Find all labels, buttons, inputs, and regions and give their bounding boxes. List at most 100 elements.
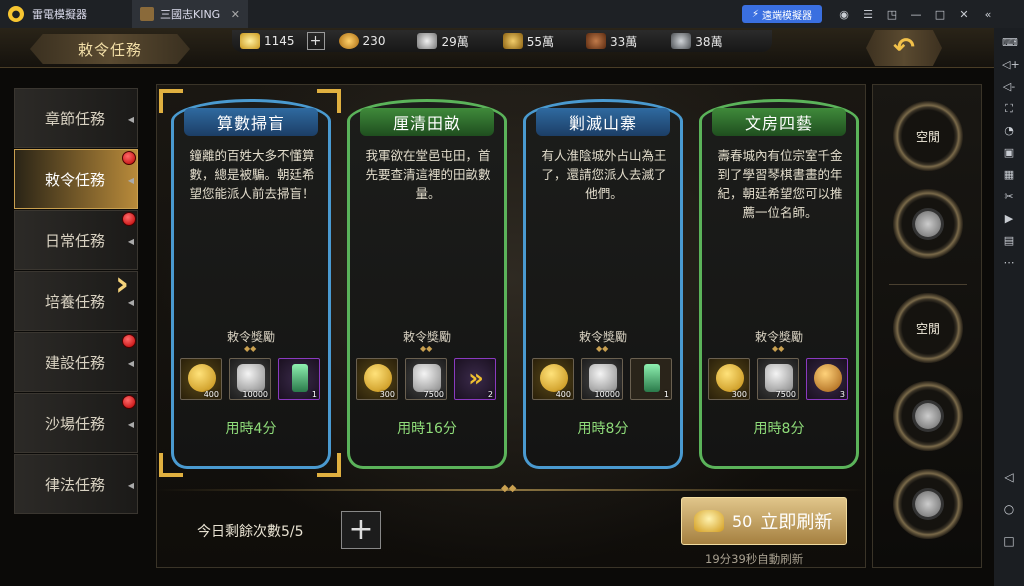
- nav-item-building-tasks[interactable]: 建設任務 ◀: [14, 332, 138, 392]
- resource-value: 38萬: [695, 34, 723, 49]
- iron-icon: [671, 33, 692, 49]
- nav-item-edict-tasks[interactable]: 敕令任務 ◀: [14, 149, 138, 209]
- reward-item[interactable]: 3: [806, 358, 848, 400]
- task-duration: 用時16分: [397, 421, 457, 437]
- multi-instance-icon[interactable]: ▦: [1002, 168, 1016, 182]
- expand-arrow-icon[interactable]: ›: [106, 262, 138, 306]
- task-card[interactable]: 算數掃盲 鐘離的百姓大多不懂算數，總是被騙。朝廷希望您能派人前去掃盲！ 敕令獎勵…: [171, 99, 331, 469]
- coin-icon: [364, 364, 392, 392]
- item-count: 7500: [775, 390, 796, 399]
- dispatch-slot[interactable]: 空閒: [893, 101, 963, 171]
- task-card[interactable]: 厘清田畝 我軍欲在堂邑屯田，首先要查清這裡的田畝數量。 敕令獎勵 ◆◆ 300 …: [347, 99, 507, 469]
- reward-item[interactable]: 7500: [757, 358, 799, 400]
- reward-item[interactable]: 1: [278, 358, 320, 400]
- remaining-attempts: 今日剩餘次數5/5: [197, 524, 304, 540]
- task-title: 算數掃盲: [184, 108, 318, 136]
- volume-up-icon[interactable]: ◁+: [1002, 58, 1020, 72]
- locked-slot[interactable]: [893, 469, 963, 539]
- screenshot-icon[interactable]: ⛶: [1002, 102, 1016, 116]
- reward-label: 敕令獎勵: [578, 330, 627, 344]
- silver-icon: [417, 33, 438, 49]
- game-app-icon: [140, 7, 154, 21]
- divider: [889, 284, 967, 285]
- nav-item-law-tasks[interactable]: 律法任務 ◀: [14, 454, 138, 514]
- task-card[interactable]: 剿滅山寨 有人淮陰城外占山為王了，還請您派人去滅了他們。 敕令獎勵 ◆◆ 400…: [523, 99, 683, 469]
- volume-down-icon[interactable]: ◁-: [1002, 80, 1016, 94]
- resource-silver: 29萬: [409, 33, 469, 50]
- reward-items: 300 7500 » 2: [356, 358, 500, 402]
- task-description: 有人淮陰城外占山為王了，還請您派人去滅了他們。: [541, 148, 667, 201]
- nav-item-battlefield-tasks[interactable]: 沙場任務 ◀: [14, 393, 138, 453]
- reward-item[interactable]: 7500: [405, 358, 447, 400]
- reward-item[interactable]: » 2: [454, 358, 496, 400]
- account-icon[interactable]: ◉: [832, 8, 856, 21]
- nav-item-label: 建設任務: [45, 353, 106, 372]
- close-window-icon[interactable]: ✕: [952, 8, 976, 21]
- reward-item[interactable]: 300: [356, 358, 398, 400]
- reward-items: 400 10000 1: [180, 358, 324, 402]
- reward-item[interactable]: 10000: [581, 358, 623, 400]
- add-attempts-button[interactable]: +: [341, 511, 381, 549]
- item-count: 400: [555, 390, 571, 399]
- task-card[interactable]: 文房四藝 壽春城內有位宗室千金到了學習琴棋書畫的年紀，朝廷希望您可以推薦一位名師…: [699, 99, 859, 469]
- item-count: 3: [839, 390, 845, 399]
- reward-item[interactable]: 400: [180, 358, 222, 400]
- home-nav-icon[interactable]: ○: [1004, 502, 1014, 516]
- shared-folder-icon[interactable]: ▣: [1002, 146, 1016, 160]
- nav-item-chapter-tasks[interactable]: 章節任務 ◀: [14, 88, 138, 148]
- resource-value: 1145: [264, 34, 295, 48]
- coin-icon: [188, 364, 216, 392]
- locked-slot[interactable]: [893, 381, 963, 451]
- maximize-icon[interactable]: □: [928, 8, 952, 21]
- chevron-left-icon: ◀: [127, 420, 134, 429]
- resource-bar: 1145 + 230 29萬 55萬 33萬 38萬: [232, 30, 772, 52]
- resource-gold: 1145 +: [232, 32, 325, 50]
- recents-nav-icon[interactable]: □: [1003, 534, 1014, 548]
- speedup-arrow-icon: »: [468, 364, 484, 392]
- window-controls: ◉ ☰ ◳ — □ ✕ «: [832, 0, 1000, 28]
- chevron-left-icon: ◀: [127, 176, 134, 185]
- task-title: 剿滅山寨: [536, 108, 670, 136]
- back-nav-icon[interactable]: ◁: [1004, 470, 1013, 484]
- resource-wood: 33萬: [578, 33, 637, 50]
- notification-dot: [122, 395, 136, 409]
- slot-status: 空閒: [915, 129, 940, 144]
- minimize-icon[interactable]: —: [904, 8, 928, 21]
- refresh-now-button[interactable]: 50 立即刷新: [681, 497, 847, 545]
- ornament-icon: ◆◆: [420, 344, 433, 353]
- item-count: 10000: [242, 390, 268, 399]
- emulator-tab-title: 三國志KING: [160, 8, 221, 21]
- refresh-cost: 50: [732, 511, 753, 531]
- sync-icon[interactable]: ▤: [1002, 234, 1016, 248]
- item-count: 7500: [423, 390, 444, 399]
- more-icon[interactable]: ⋯: [1002, 256, 1016, 270]
- locked-slot[interactable]: [893, 189, 963, 259]
- resource-grain: 230: [331, 33, 385, 49]
- task-description: 壽春城內有位宗室千金到了學習琴棋書畫的年紀，朝廷希望您可以推薦一位名師。: [717, 148, 843, 220]
- close-tab-icon[interactable]: ✕: [231, 8, 240, 21]
- apk-install-icon[interactable]: ◔: [1002, 124, 1016, 138]
- add-gold-button[interactable]: +: [306, 32, 325, 50]
- reward-item[interactable]: 1: [630, 358, 672, 400]
- dispatch-slot[interactable]: 空閒: [893, 293, 963, 363]
- collapse-sidebar-icon[interactable]: «: [976, 8, 1000, 21]
- android-nav-buttons: ◁ ○ □: [994, 470, 1024, 548]
- task-title: 厘清田畝: [360, 108, 494, 136]
- reward-item[interactable]: 10000: [229, 358, 271, 400]
- reward-item[interactable]: 300: [708, 358, 750, 400]
- nav-item-daily-tasks[interactable]: 日常任務 ◀: [14, 210, 138, 270]
- menu-icon[interactable]: ☰: [856, 8, 880, 21]
- remote-emulator-button[interactable]: ⚡ 遠端模擬器: [742, 5, 822, 23]
- task-card-list: 算數掃盲 鐘離的百姓大多不懂算數，總是被騙。朝廷希望您能派人前去掃盲！ 敕令獎勵…: [165, 99, 859, 469]
- reward-item[interactable]: 400: [532, 358, 574, 400]
- ornament-icon: ◆◆: [772, 344, 785, 353]
- lightning-icon: ⚡: [751, 8, 760, 20]
- nav-item-label: 敕令任務: [45, 170, 106, 189]
- restore-icon[interactable]: ◳: [880, 8, 904, 21]
- video-record-icon[interactable]: ▶: [1002, 212, 1016, 226]
- emulator-tab-game[interactable]: 三國志KING ✕: [132, 0, 248, 28]
- keyboard-icon[interactable]: ⌨: [1002, 36, 1018, 50]
- back-button[interactable]: ↶: [866, 30, 942, 66]
- operation-record-icon[interactable]: ✂: [1002, 190, 1016, 204]
- task-description: 鐘離的百姓大多不懂算數，總是被騙。朝廷希望您能派人前去掃盲！: [189, 148, 315, 201]
